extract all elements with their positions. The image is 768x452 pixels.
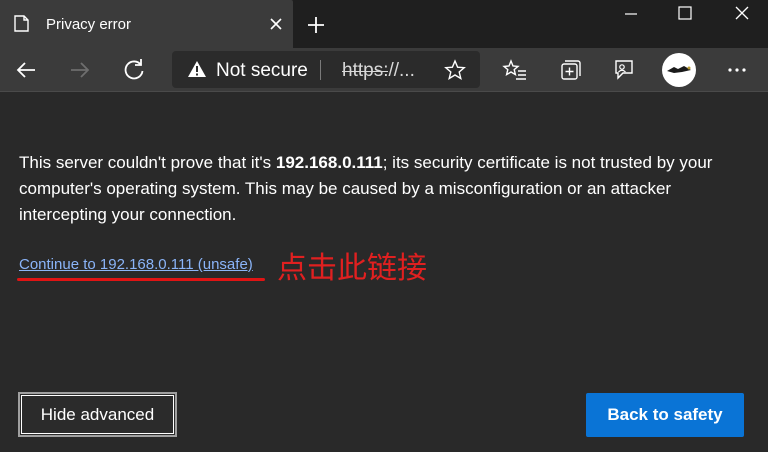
back-arrow-icon[interactable] — [11, 55, 41, 85]
favorites-list-icon[interactable] — [500, 55, 530, 85]
document-icon — [14, 15, 29, 32]
address-bar[interactable]: Not secure https://... — [172, 51, 480, 88]
new-tab-icon[interactable] — [304, 13, 328, 37]
annotation-text: 点击此链接 — [277, 251, 427, 286]
more-menu-icon[interactable] — [722, 55, 752, 85]
collections-icon[interactable] — [554, 55, 584, 85]
server-host: 192.168.0.111 — [275, 153, 383, 172]
title-bar: Privacy error — [0, 0, 768, 48]
browser-toolbar: Not secure https://... — [0, 48, 768, 92]
url-strikethrough — [342, 71, 388, 72]
favorite-star-icon[interactable] — [444, 59, 466, 81]
feedback-icon[interactable] — [608, 55, 638, 85]
forward-arrow-icon[interactable] — [65, 55, 95, 85]
hide-advanced-button[interactable]: Hide advanced — [18, 392, 177, 437]
message-text: This server couldn't prove that it's — [19, 153, 276, 172]
divider — [320, 60, 321, 80]
page-content: This server couldn't prove that it's 192… — [0, 93, 768, 452]
security-label[interactable]: Not secure — [216, 60, 308, 82]
error-message: This server couldn't prove that it's 192… — [19, 150, 739, 228]
close-tab-icon[interactable] — [267, 15, 285, 33]
warning-icon[interactable] — [187, 60, 207, 78]
tab-privacy-error[interactable]: Privacy error — [0, 0, 293, 48]
minimize-icon[interactable] — [604, 0, 658, 30]
refresh-icon[interactable] — [119, 55, 149, 85]
tab-title: Privacy error — [46, 16, 132, 33]
profile-avatar[interactable] — [662, 53, 696, 87]
back-to-safety-button[interactable]: Back to safety — [586, 393, 744, 437]
window-close-icon[interactable] — [714, 0, 768, 30]
annotation-underline — [17, 278, 265, 281]
profile-image — [667, 66, 691, 73]
continue-unsafe-link[interactable]: Continue to 192.168.0.111 (unsafe) — [19, 256, 253, 273]
maximize-icon[interactable] — [658, 0, 712, 30]
